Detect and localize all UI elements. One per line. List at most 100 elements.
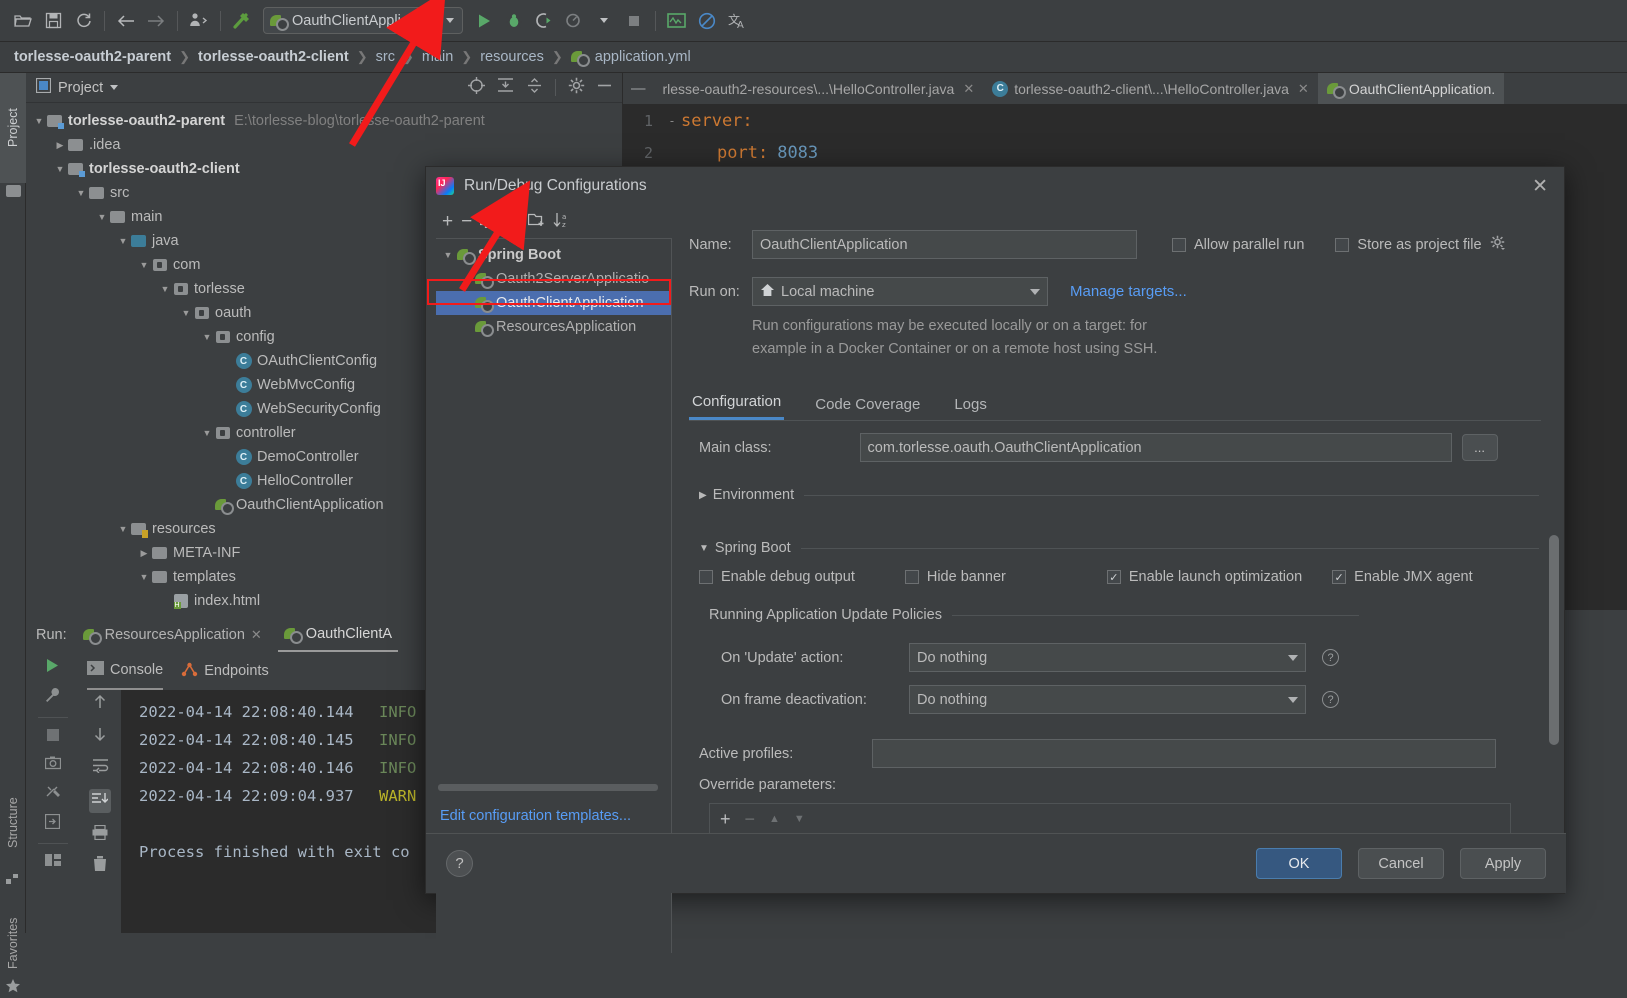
help-icon[interactable]: ? bbox=[1322, 649, 1339, 666]
stop-button[interactable] bbox=[619, 7, 649, 35]
sort-alphabetically-icon[interactable]: az bbox=[553, 212, 570, 232]
enable-jmx-agent-checkbox[interactable]: ✓ bbox=[1332, 570, 1347, 584]
configuration-item[interactable]: Oauth2ServerApplicatio bbox=[436, 267, 671, 291]
save-configuration-icon[interactable] bbox=[504, 211, 521, 232]
chevron-down-icon[interactable] bbox=[110, 85, 119, 90]
wrench-settings-icon[interactable] bbox=[45, 687, 61, 707]
collapse-all-icon[interactable] bbox=[526, 77, 543, 98]
sync-icon[interactable] bbox=[68, 7, 98, 35]
forward-arrow-icon[interactable] bbox=[141, 7, 171, 35]
chevron-down-icon[interactable]: ▼ bbox=[32, 116, 46, 126]
run-on-select[interactable]: Local machine bbox=[752, 277, 1048, 306]
no-entry-icon[interactable] bbox=[692, 7, 722, 35]
endpoints-tab[interactable]: Endpoints bbox=[181, 652, 269, 690]
configuration-item[interactable]: ResourcesApplication bbox=[436, 315, 671, 339]
expand-all-icon[interactable] bbox=[497, 77, 514, 98]
rerun-icon[interactable] bbox=[45, 658, 60, 677]
profiler-icon[interactable] bbox=[184, 7, 214, 35]
breadcrumb-item-4[interactable]: resources bbox=[478, 49, 546, 65]
stop-icon[interactable] bbox=[46, 728, 60, 746]
run-with-coverage-button[interactable] bbox=[529, 7, 559, 35]
active-profiles-input[interactable] bbox=[872, 739, 1497, 768]
tree-node[interactable]: ▶ .idea bbox=[26, 133, 622, 157]
hide-editor-icon[interactable]: — bbox=[623, 81, 654, 97]
chevron-down-icon[interactable] bbox=[1288, 696, 1298, 703]
store-as-project-file-checkbox[interactable] bbox=[1335, 237, 1350, 252]
on-update-action-select[interactable]: Do nothing bbox=[909, 643, 1306, 672]
hide-panel-icon[interactable] bbox=[597, 78, 612, 97]
down-arrow-icon[interactable] bbox=[92, 726, 108, 746]
enable-launch-optimization-checkbox[interactable]: ✓ bbox=[1106, 570, 1121, 584]
structure-icon[interactable] bbox=[6, 873, 19, 884]
close-icon[interactable]: ✕ bbox=[1526, 175, 1554, 198]
chevron-down-icon[interactable]: ▼ bbox=[699, 543, 709, 554]
cancel-button[interactable]: Cancel bbox=[1358, 848, 1444, 879]
apply-button[interactable]: Apply bbox=[1460, 848, 1546, 879]
chevron-down-icon[interactable]: ▼ bbox=[200, 428, 214, 438]
add-icon[interactable]: + bbox=[442, 212, 453, 231]
chevron-down-icon[interactable]: ▼ bbox=[440, 250, 456, 260]
editor-tab-0[interactable]: rlesse-oauth2-resources\...\HelloControl… bbox=[654, 73, 984, 104]
manage-targets-link[interactable]: Manage targets... bbox=[1070, 283, 1187, 300]
spring-boot-section-header[interactable]: ▼ Spring Boot bbox=[699, 540, 1539, 556]
ok-button[interactable]: OK bbox=[1256, 848, 1342, 879]
editor-tab-1[interactable]: C torlesse-oauth2-client\...\HelloContro… bbox=[983, 73, 1318, 104]
copy-configuration-icon[interactable] bbox=[480, 211, 497, 232]
move-into-folder-icon[interactable] bbox=[528, 212, 545, 231]
save-all-icon[interactable] bbox=[38, 7, 68, 35]
browse-main-class-button[interactable]: ... bbox=[1461, 434, 1498, 461]
chevron-down-icon[interactable]: ▼ bbox=[53, 164, 67, 174]
print-icon[interactable] bbox=[92, 824, 108, 844]
soft-wrap-icon[interactable] bbox=[92, 758, 109, 777]
chevron-down-icon[interactable]: ▼ bbox=[116, 524, 130, 534]
close-icon[interactable]: ✕ bbox=[963, 81, 974, 97]
run-tab-resources-application[interactable]: ResourcesApplication ✕ bbox=[77, 618, 268, 652]
run-configuration-selector[interactable]: OauthClientApplication bbox=[263, 7, 463, 34]
configuration-group[interactable]: ▼ Spring Boot bbox=[436, 243, 671, 267]
chevron-down-icon[interactable]: ▼ bbox=[200, 332, 214, 342]
clear-all-icon[interactable] bbox=[93, 856, 107, 876]
name-input[interactable]: OauthClientApplication bbox=[752, 230, 1137, 259]
main-class-input[interactable]: com.torlesse.oauth.OauthClientApplicatio… bbox=[859, 433, 1452, 462]
chevron-down-icon[interactable] bbox=[445, 18, 454, 23]
run-tab-oauth-client-application[interactable]: OauthClientA bbox=[277, 618, 399, 652]
thread-dump-icon[interactable] bbox=[45, 784, 61, 804]
tree-node[interactable]: ▼ torlesse-oauth2-parent E:\torlesse-blog\… bbox=[26, 109, 622, 133]
build-hammer-icon[interactable] bbox=[227, 7, 257, 35]
edit-configuration-templates-link[interactable]: Edit configuration templates... bbox=[440, 808, 670, 824]
breadcrumb-item-1[interactable]: torlesse-oauth2-client bbox=[196, 49, 351, 65]
breadcrumb-item-3[interactable]: main bbox=[420, 49, 455, 65]
hide-banner-checkbox[interactable] bbox=[904, 570, 919, 584]
profile-run-button[interactable] bbox=[559, 7, 589, 35]
chevron-down-icon[interactable]: ▼ bbox=[116, 236, 130, 246]
breadcrumb-item-2[interactable]: src bbox=[374, 49, 397, 65]
move-down-icon[interactable]: ▼ bbox=[794, 813, 805, 825]
chevron-right-icon[interactable]: ▶ bbox=[137, 548, 151, 559]
configuration-item-selected[interactable]: OauthClientApplication bbox=[436, 291, 671, 315]
screenshot-icon[interactable] bbox=[44, 756, 61, 774]
gear-icon[interactable] bbox=[1490, 235, 1506, 255]
up-arrow-icon[interactable] bbox=[92, 694, 108, 714]
on-frame-deactivation-select[interactable]: Do nothing bbox=[909, 685, 1306, 714]
chevron-down-icon[interactable]: ▼ bbox=[137, 572, 151, 582]
translate-icon[interactable]: 文A bbox=[722, 7, 752, 35]
gear-icon[interactable] bbox=[568, 77, 585, 98]
star-icon[interactable] bbox=[5, 978, 21, 998]
breadcrumb-item-0[interactable]: torlesse-oauth2-parent bbox=[12, 49, 173, 65]
chevron-down-icon[interactable]: ▼ bbox=[179, 308, 193, 318]
remove-icon[interactable]: − bbox=[745, 810, 756, 828]
chevron-right-icon[interactable]: ▶ bbox=[699, 490, 707, 501]
fold-marker[interactable]: - bbox=[663, 114, 681, 128]
scroll-from-source-icon[interactable] bbox=[468, 77, 485, 98]
debug-button[interactable] bbox=[499, 7, 529, 35]
editor-tab-2[interactable]: OauthClientApplication. bbox=[1317, 73, 1505, 104]
close-icon[interactable]: ✕ bbox=[1298, 81, 1309, 97]
environment-section-header[interactable]: ▶ Environment bbox=[699, 487, 1539, 503]
search-everywhere-icon[interactable] bbox=[662, 7, 692, 35]
chevron-down-icon[interactable] bbox=[1288, 654, 1298, 661]
chevron-down-icon[interactable]: ▼ bbox=[74, 188, 88, 198]
sidebar-tab-project[interactable]: Project bbox=[0, 73, 26, 183]
add-icon[interactable]: + bbox=[720, 810, 731, 828]
remove-icon[interactable]: − bbox=[461, 212, 472, 231]
back-arrow-icon[interactable] bbox=[111, 7, 141, 35]
